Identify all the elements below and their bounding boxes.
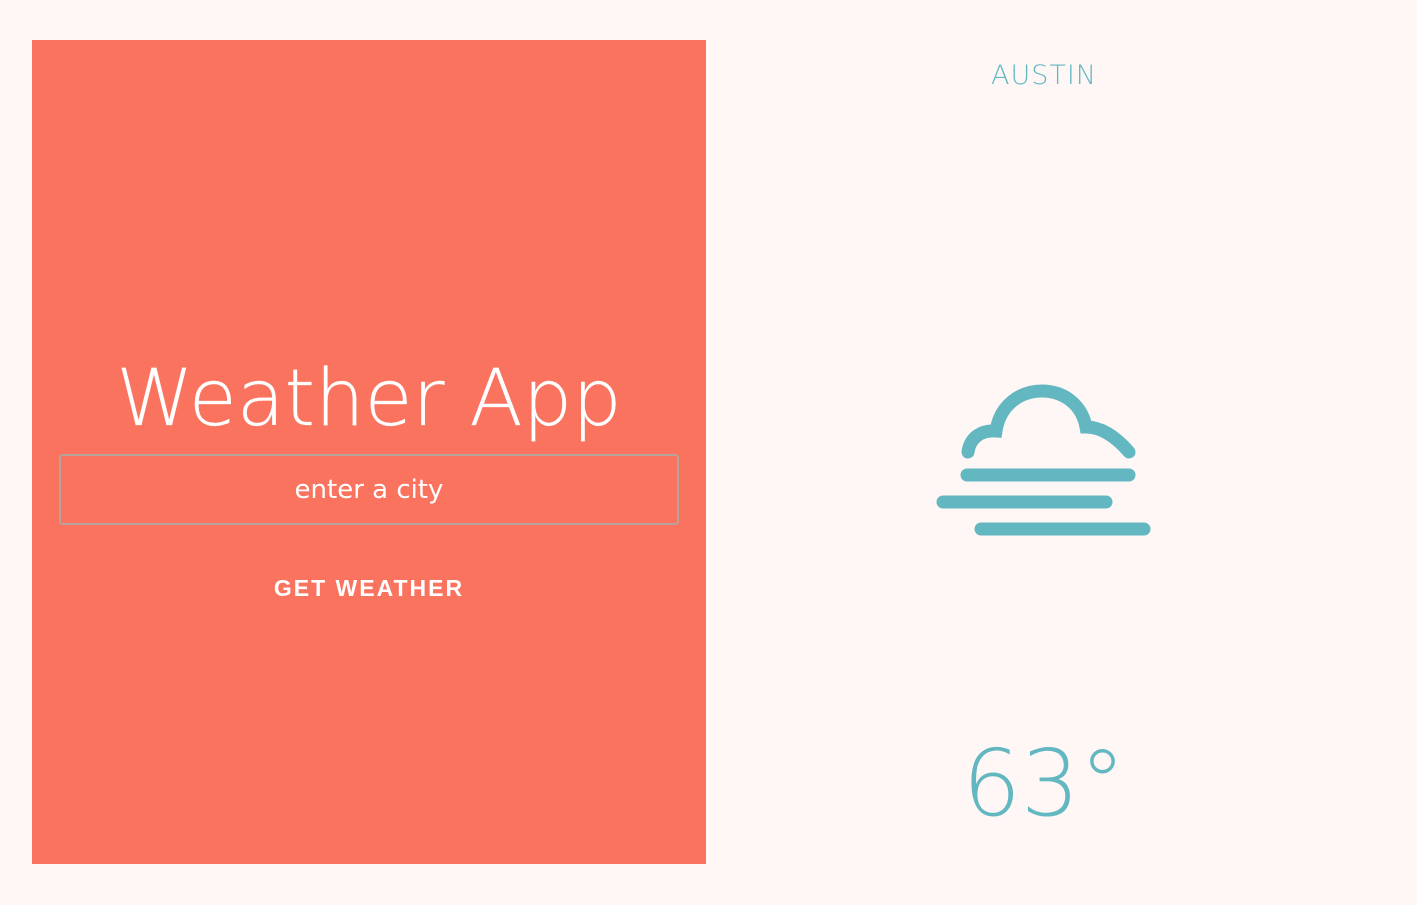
fog-icon <box>930 375 1160 545</box>
city-search-input[interactable] <box>59 454 679 525</box>
get-weather-button[interactable]: GET WEATHER <box>219 568 519 608</box>
temperature-reading: 63° <box>962 730 1126 837</box>
search-panel: Weather App GET WEATHER <box>32 40 706 864</box>
app-title: Weather App <box>116 354 622 444</box>
city-name: AUSTIN <box>990 60 1098 91</box>
